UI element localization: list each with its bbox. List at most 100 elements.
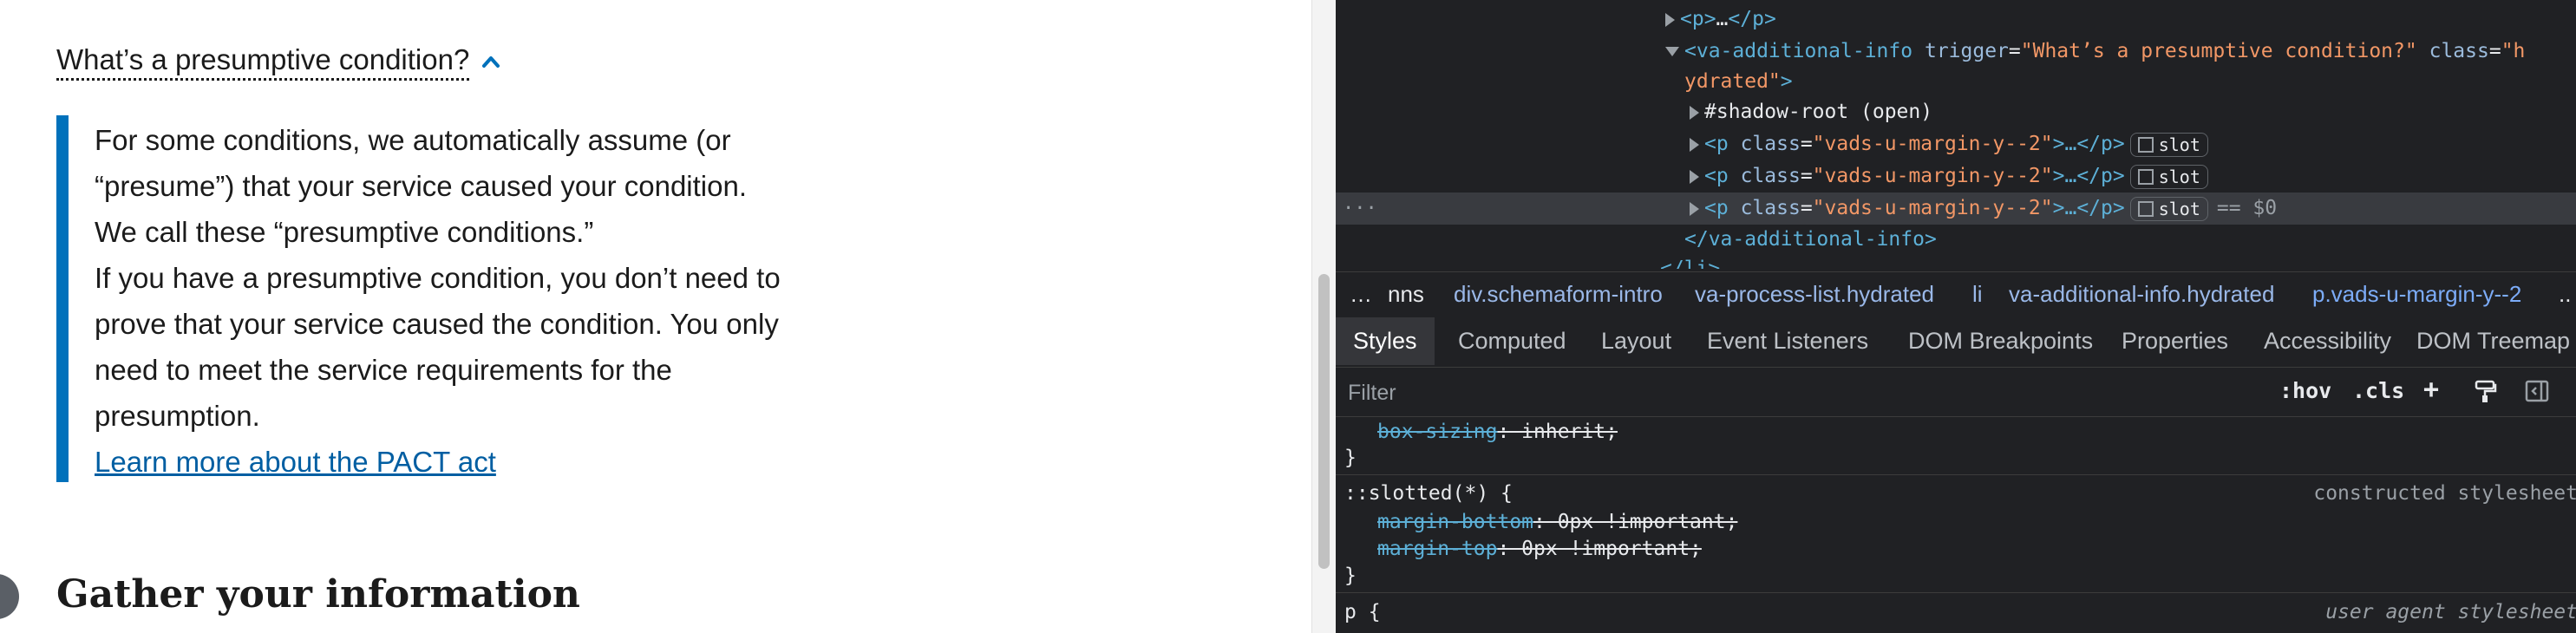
- tab-computed[interactable]: Computed: [1441, 317, 1584, 365]
- cls-toggle[interactable]: .cls: [2352, 378, 2404, 403]
- css-property-name[interactable]: margin-top: [1377, 538, 1497, 560]
- scrollbar-thumb[interactable]: [1318, 274, 1330, 569]
- slot-link-icon: [2137, 168, 2154, 185]
- trigger-text[interactable]: What’s a presumptive condition?: [56, 43, 470, 81]
- tab-dom-breakpoints[interactable]: DOM Breakpoints: [1891, 317, 2110, 365]
- sidebar-tabs: Styles Computed Layout Event Listeners D…: [1336, 317, 2576, 368]
- info-accent-bar: [56, 115, 69, 482]
- rule-close-brace: }: [1344, 564, 1357, 587]
- node-actions-dots[interactable]: ···: [1343, 193, 1377, 225]
- dom-node-wrap: ydrated">: [1336, 66, 2576, 98]
- slot-link-icon: [2137, 200, 2154, 217]
- attr-value: "vads-u-margin-y--2": [1812, 133, 2053, 155]
- attr-value: "vads-u-margin-y--2": [1812, 165, 2053, 187]
- css-declaration[interactable]: box-sizing: inherit;: [1336, 419, 2576, 445]
- css-property-value[interactable]: : 0px !important;: [1497, 538, 1701, 560]
- shadow-root-label: #shadow-root (open): [1704, 101, 1933, 123]
- css-declaration[interactable]: margin-bottom: 0px !important;: [1336, 509, 2576, 535]
- slot-badge[interactable]: slot: [2129, 164, 2208, 189]
- slot-badge-label: slot: [2158, 166, 2200, 187]
- css-property-name[interactable]: margin-bottom: [1377, 511, 1533, 533]
- tag-close: </p>: [1728, 8, 1776, 30]
- tag-close: >…</p>: [2052, 197, 2125, 219]
- css-rule-header[interactable]: p { user agent stylesheet: [1336, 599, 2576, 625]
- attr-value-wrapped: ydrated": [1684, 70, 1781, 93]
- dom-node-close-li[interactable]: </li>: [1336, 253, 2576, 269]
- tab-styles[interactable]: Styles: [1336, 317, 1435, 365]
- expand-arrow-icon[interactable]: [1690, 105, 1699, 120]
- breadcrumb-item[interactable]: div.schemaform-intro: [1454, 281, 1663, 308]
- dom-node-va-additional-info[interactable]: <va-additional-info trigger="What’s a pr…: [1336, 36, 2576, 68]
- new-rule-button[interactable]: +: [2423, 375, 2439, 405]
- breadcrumb-item[interactable]: va-process-list.hydrated: [1695, 281, 1934, 308]
- expand-arrow-icon[interactable]: [1690, 201, 1699, 216]
- tab-accessibility[interactable]: Accessibility: [2246, 317, 2409, 365]
- tag-close: >…</p>: [2052, 165, 2125, 187]
- breadcrumb-more[interactable]: ..: [2559, 281, 2571, 308]
- page-scrollbar[interactable]: [1311, 0, 1337, 633]
- slot-badge-label: slot: [2158, 134, 2200, 155]
- pact-act-link[interactable]: Learn more about the PACT act: [95, 446, 496, 478]
- css-rule-header[interactable]: ::slotted(*) { constructed stylesheet: [1336, 480, 2576, 506]
- selected-node-ref: == $0: [2216, 197, 2278, 219]
- tag-close: </va-additional-info>: [1684, 228, 1937, 251]
- info-paragraph: If you have a presumptive condition, you…: [95, 262, 781, 432]
- css-property-name[interactable]: box-sizing: [1377, 421, 1497, 443]
- tab-layout[interactable]: Layout: [1584, 317, 1689, 365]
- dom-node-p-slot[interactable]: <p class="vads-u-margin-y--2">…</p> slot: [1336, 160, 2576, 193]
- tab-dom-treemap[interactable]: DOM Treemap: [2399, 317, 2576, 365]
- tab-event-listeners[interactable]: Event Listeners: [1690, 317, 1886, 365]
- toggle-sidebar-icon[interactable]: [2524, 378, 2550, 404]
- css-selector[interactable]: p {: [1344, 601, 1381, 623]
- breadcrumb-more[interactable]: …: [1350, 281, 1372, 308]
- web-page: What’s a presumptive condition? For some…: [0, 0, 1311, 633]
- attr-value: "vads-u-margin-y--2": [1812, 197, 2053, 219]
- additional-info-trigger[interactable]: What’s a presumptive condition?: [56, 43, 500, 81]
- process-step-marker: [0, 574, 19, 619]
- dom-breadcrumb: … nns div.schemaform-intro va-process-li…: [1336, 271, 2576, 318]
- dom-node-p-slot[interactable]: <p class="vads-u-margin-y--2">…</p> slot: [1336, 128, 2576, 160]
- slot-badge[interactable]: slot: [2129, 196, 2208, 221]
- expand-arrow-icon[interactable]: [1690, 169, 1699, 184]
- elements-dom-tree[interactable]: <p>…</p> <va-additional-info trigger="Wh…: [1336, 0, 2576, 269]
- slot-link-icon: [2137, 136, 2154, 153]
- attr-value: "h: [2501, 40, 2526, 62]
- collapse-arrow-icon[interactable]: [1665, 47, 1679, 56]
- styles-toolbar: :hov .cls +: [1336, 368, 2576, 417]
- tag-open: <va-additional-info: [1684, 40, 1913, 62]
- breadcrumb-item[interactable]: va-additional-info.hydrated: [2009, 281, 2274, 308]
- dom-node-close[interactable]: </va-additional-info>: [1336, 224, 2576, 256]
- info-paragraph: For some conditions, we automatically as…: [95, 124, 748, 248]
- styles-rules-pane[interactable]: box-sizing: inherit; } ::slotted(*) { co…: [1336, 417, 2576, 633]
- rule-separator: [1336, 474, 2576, 475]
- css-selector[interactable]: ::slotted(*) {: [1344, 482, 1513, 505]
- tab-properties[interactable]: Properties: [2104, 317, 2246, 365]
- breadcrumb-item[interactable]: nns: [1388, 281, 1424, 308]
- css-declaration[interactable]: margin-top: 0px !important;: [1336, 536, 2576, 562]
- breadcrumb-item[interactable]: li: [1972, 281, 1983, 308]
- css-property-value[interactable]: : inherit;: [1497, 421, 1617, 443]
- chevron-up-icon[interactable]: [481, 53, 500, 72]
- tag-open: <p>: [1680, 8, 1716, 30]
- paint-roller-icon[interactable]: [2472, 378, 2498, 404]
- breadcrumb-item-selected[interactable]: p.vads-u-margin-y--2: [2312, 281, 2521, 308]
- tag-open: <p: [1704, 133, 1729, 155]
- tag-open: <p: [1704, 165, 1729, 187]
- tag-open: <p: [1704, 197, 1729, 219]
- attr-value: "What’s a presumptive condition?": [2020, 40, 2417, 62]
- additional-info-content: For some conditions, we automatically as…: [56, 115, 785, 482]
- attr-name: trigger: [1924, 40, 2009, 62]
- section-heading: Gather your information: [56, 572, 580, 617]
- rule-close-brace: }: [1344, 447, 1357, 469]
- dom-node-p-slot-selected[interactable]: ··· <p class="vads-u-margin-y--2">…</p> s…: [1336, 193, 2576, 225]
- hov-toggle[interactable]: :hov: [2279, 378, 2331, 403]
- stylesheet-source[interactable]: constructed stylesheet: [2313, 480, 2576, 506]
- dom-node-shadow-root[interactable]: #shadow-root (open): [1336, 96, 2576, 128]
- expand-arrow-icon[interactable]: [1690, 137, 1699, 152]
- dom-node-p[interactable]: <p>…</p>: [1336, 3, 2576, 36]
- styles-filter-input[interactable]: [1346, 375, 2252, 411]
- slot-badge[interactable]: slot: [2129, 132, 2208, 157]
- css-property-value[interactable]: : 0px !important;: [1533, 511, 1737, 533]
- devtools-panel: <p>…</p> <va-additional-info trigger="Wh…: [1336, 0, 2576, 633]
- expand-arrow-icon[interactable]: [1665, 12, 1675, 27]
